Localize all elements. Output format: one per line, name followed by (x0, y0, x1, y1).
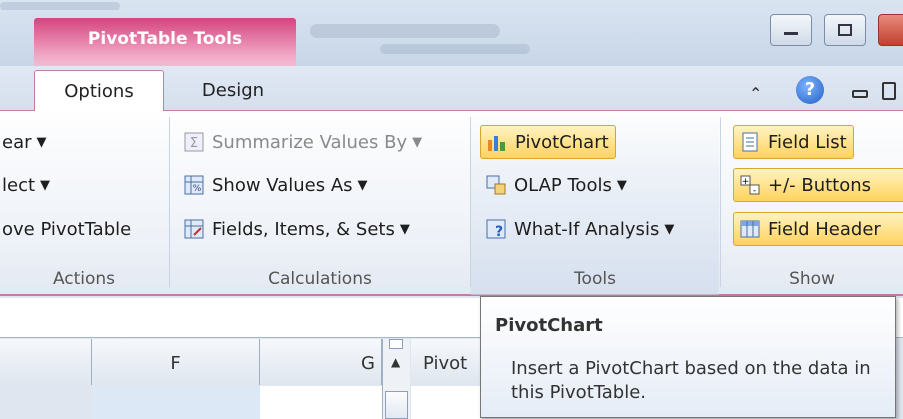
show-values-as-button[interactable]: % Show Values As ▼ (184, 168, 368, 202)
field-list-label: Field List (768, 131, 847, 153)
field-list-icon (742, 132, 758, 152)
dropdown-arrow-icon: ▼ (357, 177, 368, 193)
group-label-actions: Actions (52, 269, 116, 289)
group-tools: PivotChart OLAP Tools ▼ ? What-If Analysi… (471, 111, 719, 295)
summarize-values-label: Summarize Values By (212, 131, 408, 153)
what-if-analysis-icon: ? (486, 219, 506, 239)
vertical-scrollbar[interactable]: ▲ (382, 339, 410, 419)
svg-text:+: + (742, 177, 750, 187)
pivotchart-button[interactable]: PivotChart (480, 125, 616, 159)
pivotchart-icon (488, 136, 505, 151)
svg-text:%: % (193, 184, 202, 194)
group-calculations: Σ Summarize Values By ▼ % Show Values As ▼… (170, 111, 470, 295)
field-list-toggle[interactable]: Field List (733, 125, 854, 159)
blurred-title (310, 24, 500, 38)
fields-items-sets-label: Fields, Items, & Sets (212, 218, 395, 240)
fields-items-sets-button[interactable]: Fields, Items, & Sets ▼ (184, 212, 410, 246)
what-if-analysis-button[interactable]: ? What-If Analysis ▼ (486, 212, 674, 246)
pivot-pane (411, 386, 481, 419)
plus-minus-buttons-toggle[interactable]: + - +/- Buttons (733, 168, 903, 202)
minimize-icon (784, 32, 798, 35)
help-icon[interactable]: ? (796, 76, 824, 104)
column-header-f[interactable]: F (92, 339, 260, 385)
pivotchart-label: PivotChart (515, 131, 609, 153)
dropdown-arrow-icon: ▼ (664, 221, 675, 237)
tab-options[interactable]: Options (34, 70, 164, 111)
clear-label: ear (2, 131, 32, 153)
scroll-split-handle[interactable] (389, 339, 403, 349)
clear-button[interactable]: ear ▼ (2, 125, 47, 159)
olap-tools-button[interactable]: OLAP Tools ▼ (486, 168, 627, 202)
title-bar: PivotTable Tools (0, 0, 903, 66)
plus-minus-buttons-label: +/- Buttons (768, 174, 872, 196)
pivotchart-tooltip: PivotChart Insert a PivotChart based on … (480, 296, 896, 418)
row-header-area (0, 386, 92, 419)
pivot-pane-header: Pivot (411, 339, 481, 385)
group-actions: ear ▼ lect ▼ ove PivotTable Actions (0, 111, 168, 295)
olap-tools-label: OLAP Tools (514, 174, 612, 196)
maximize-icon (838, 24, 852, 36)
collapse-ribbon-icon[interactable]: ⌃ (749, 84, 762, 103)
dropdown-arrow-icon: ▼ (399, 221, 410, 237)
group-label-tools: Tools (574, 269, 616, 289)
column-header[interactable] (0, 339, 92, 385)
dropdown-arrow-icon: ▼ (616, 177, 627, 193)
show-values-label: Show Values As (212, 174, 353, 196)
minimize-button[interactable] (770, 14, 812, 46)
plus-minus-icon: +- (740, 175, 760, 195)
restore-window-icon[interactable] (882, 82, 896, 100)
move-pivottable-label: ove PivotTable (2, 218, 132, 240)
scroll-up-arrow-icon[interactable]: ▲ (391, 355, 400, 369)
field-headers-toggle[interactable]: Field Header (733, 212, 903, 246)
svg-text:?: ? (495, 224, 503, 239)
summarize-values-by-button[interactable]: Σ Summarize Values By ▼ (184, 125, 422, 159)
group-label-calculations: Calculations (268, 269, 372, 289)
dropdown-arrow-icon: ▼ (36, 134, 47, 150)
cell-g[interactable] (260, 386, 382, 419)
ribbon: ear ▼ lect ▼ ove PivotTable Actions Σ Summ… (0, 110, 903, 296)
move-pivottable-button[interactable]: ove PivotTable (2, 212, 131, 246)
summarize-values-icon: Σ (184, 132, 204, 152)
olap-tools-icon (486, 175, 506, 195)
group-label-show: Show (789, 269, 835, 289)
dropdown-arrow-icon: ▼ (412, 134, 423, 150)
column-header-g[interactable]: G (260, 339, 382, 385)
svg-text:Σ: Σ (190, 136, 198, 151)
select-button[interactable]: lect ▼ (2, 168, 50, 202)
what-if-analysis-label: What-If Analysis (514, 218, 660, 240)
cell-f[interactable] (92, 386, 260, 419)
fields-items-sets-icon (184, 219, 204, 239)
svg-text:-: - (753, 186, 756, 195)
close-button[interactable] (878, 14, 903, 46)
show-values-icon: % (184, 175, 204, 195)
blurred-title (380, 44, 530, 54)
maximize-button[interactable] (824, 14, 866, 46)
tooltip-title: PivotChart (495, 315, 603, 336)
field-headers-icon (740, 220, 760, 238)
minimize-ribbon-icon[interactable] (852, 90, 868, 98)
scroll-thumb[interactable] (385, 391, 408, 419)
field-headers-label: Field Header (768, 218, 881, 240)
group-show: Field List + - +/- Buttons Field Header S… (721, 111, 903, 295)
pivottable-tools-context-tab: PivotTable Tools (34, 18, 296, 66)
blurred-title (0, 2, 120, 10)
dropdown-arrow-icon: ▼ (40, 177, 51, 193)
select-label: lect (2, 174, 36, 196)
tooltip-description: Insert a PivotChart based on the data in… (511, 358, 871, 403)
tab-design[interactable]: Design (168, 70, 298, 111)
